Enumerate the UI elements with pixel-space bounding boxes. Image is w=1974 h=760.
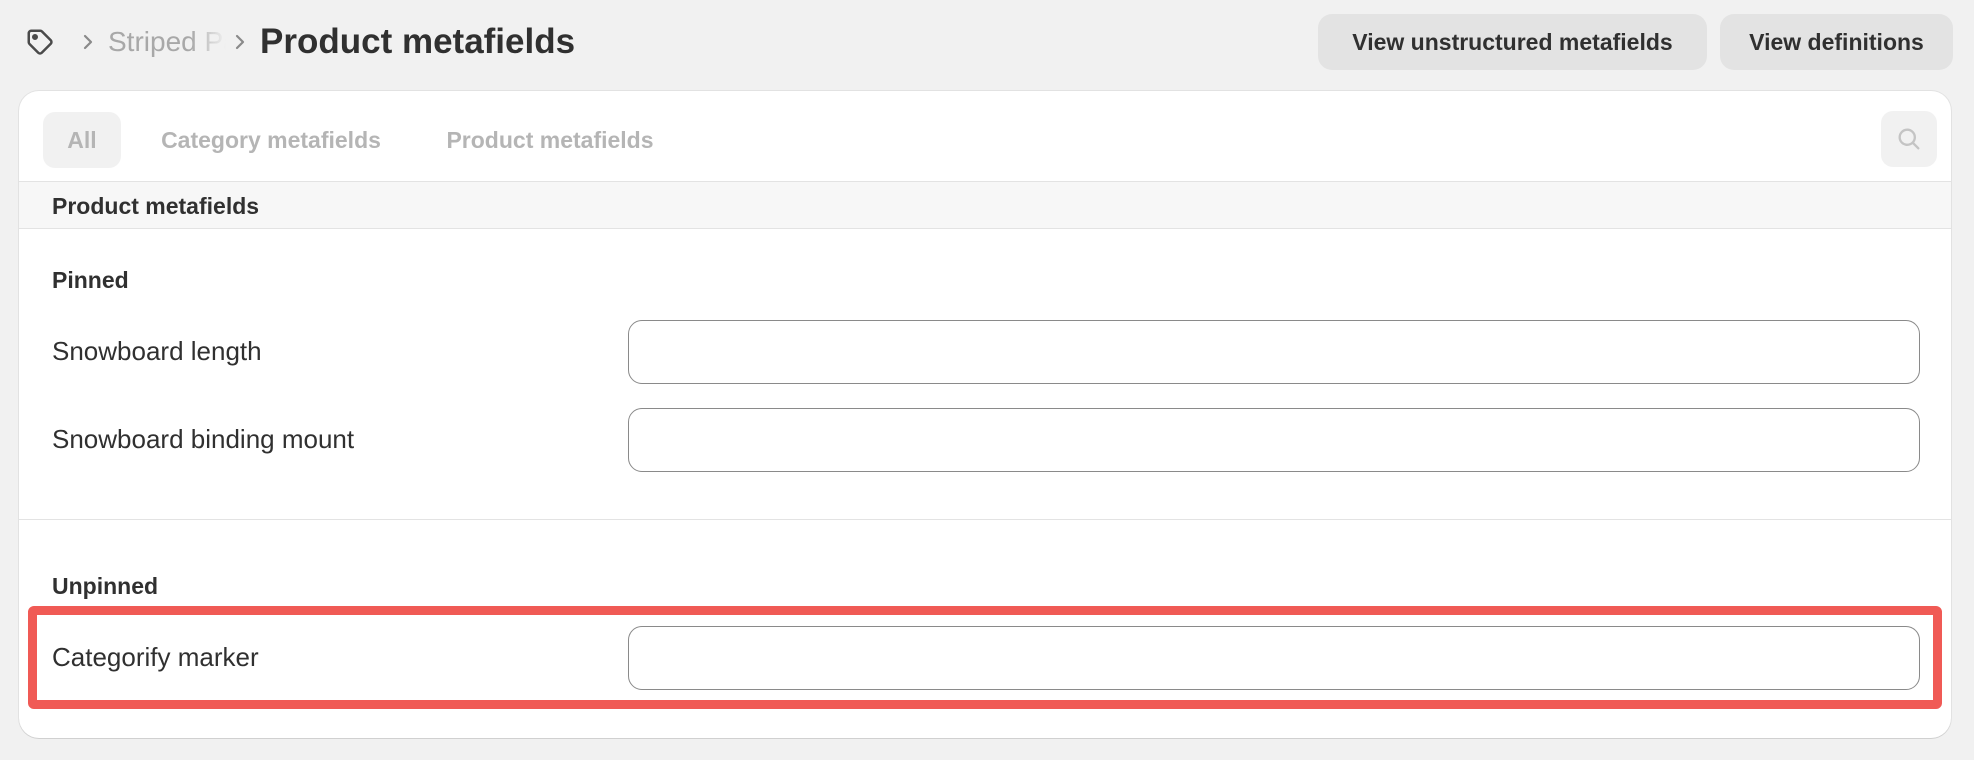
page-title: Product metafields [260, 22, 576, 61]
snowboard-length-input[interactable] [628, 320, 1920, 384]
unpinned-group-label: Unpinned [52, 573, 159, 599]
categorify-marker-input[interactable] [628, 626, 1920, 690]
chevron-right-icon [234, 30, 248, 54]
search-icon [1895, 125, 1923, 153]
tab-category-metafields[interactable]: Category metafields [153, 112, 389, 168]
section-title: Product metafields [52, 193, 260, 219]
field-label-categorify-marker: Categorify marker [52, 642, 259, 672]
pinned-group-label: Pinned [52, 267, 129, 293]
view-unstructured-metafields-button[interactable]: View unstructured metafields [1318, 14, 1707, 70]
group-divider [19, 519, 1951, 520]
section-header: Product metafields [19, 181, 1951, 229]
metafields-card: All Category metafields Product metafiel… [19, 91, 1951, 738]
breadcrumb: Striped Pattern Snowboard Product metafi… [22, 14, 575, 70]
search-button[interactable] [1881, 111, 1937, 167]
chevron-right-icon [82, 30, 96, 54]
tab-all[interactable]: All [43, 112, 121, 168]
field-label-snowboard-binding-mount: Snowboard binding mount [52, 424, 355, 454]
breadcrumb-parent-link[interactable]: Striped Pattern Snowboard [108, 26, 226, 58]
field-label-snowboard-length: Snowboard length [52, 336, 262, 366]
tag-icon[interactable] [22, 24, 58, 60]
snowboard-binding-mount-input[interactable] [628, 408, 1920, 472]
filter-tabs: All Category metafields Product metafiel… [19, 91, 1951, 181]
tab-product-metafields[interactable]: Product metafields [441, 112, 659, 168]
view-definitions-button[interactable]: View definitions [1720, 14, 1953, 70]
top-bar: Striped Pattern Snowboard Product metafi… [0, 0, 1974, 84]
